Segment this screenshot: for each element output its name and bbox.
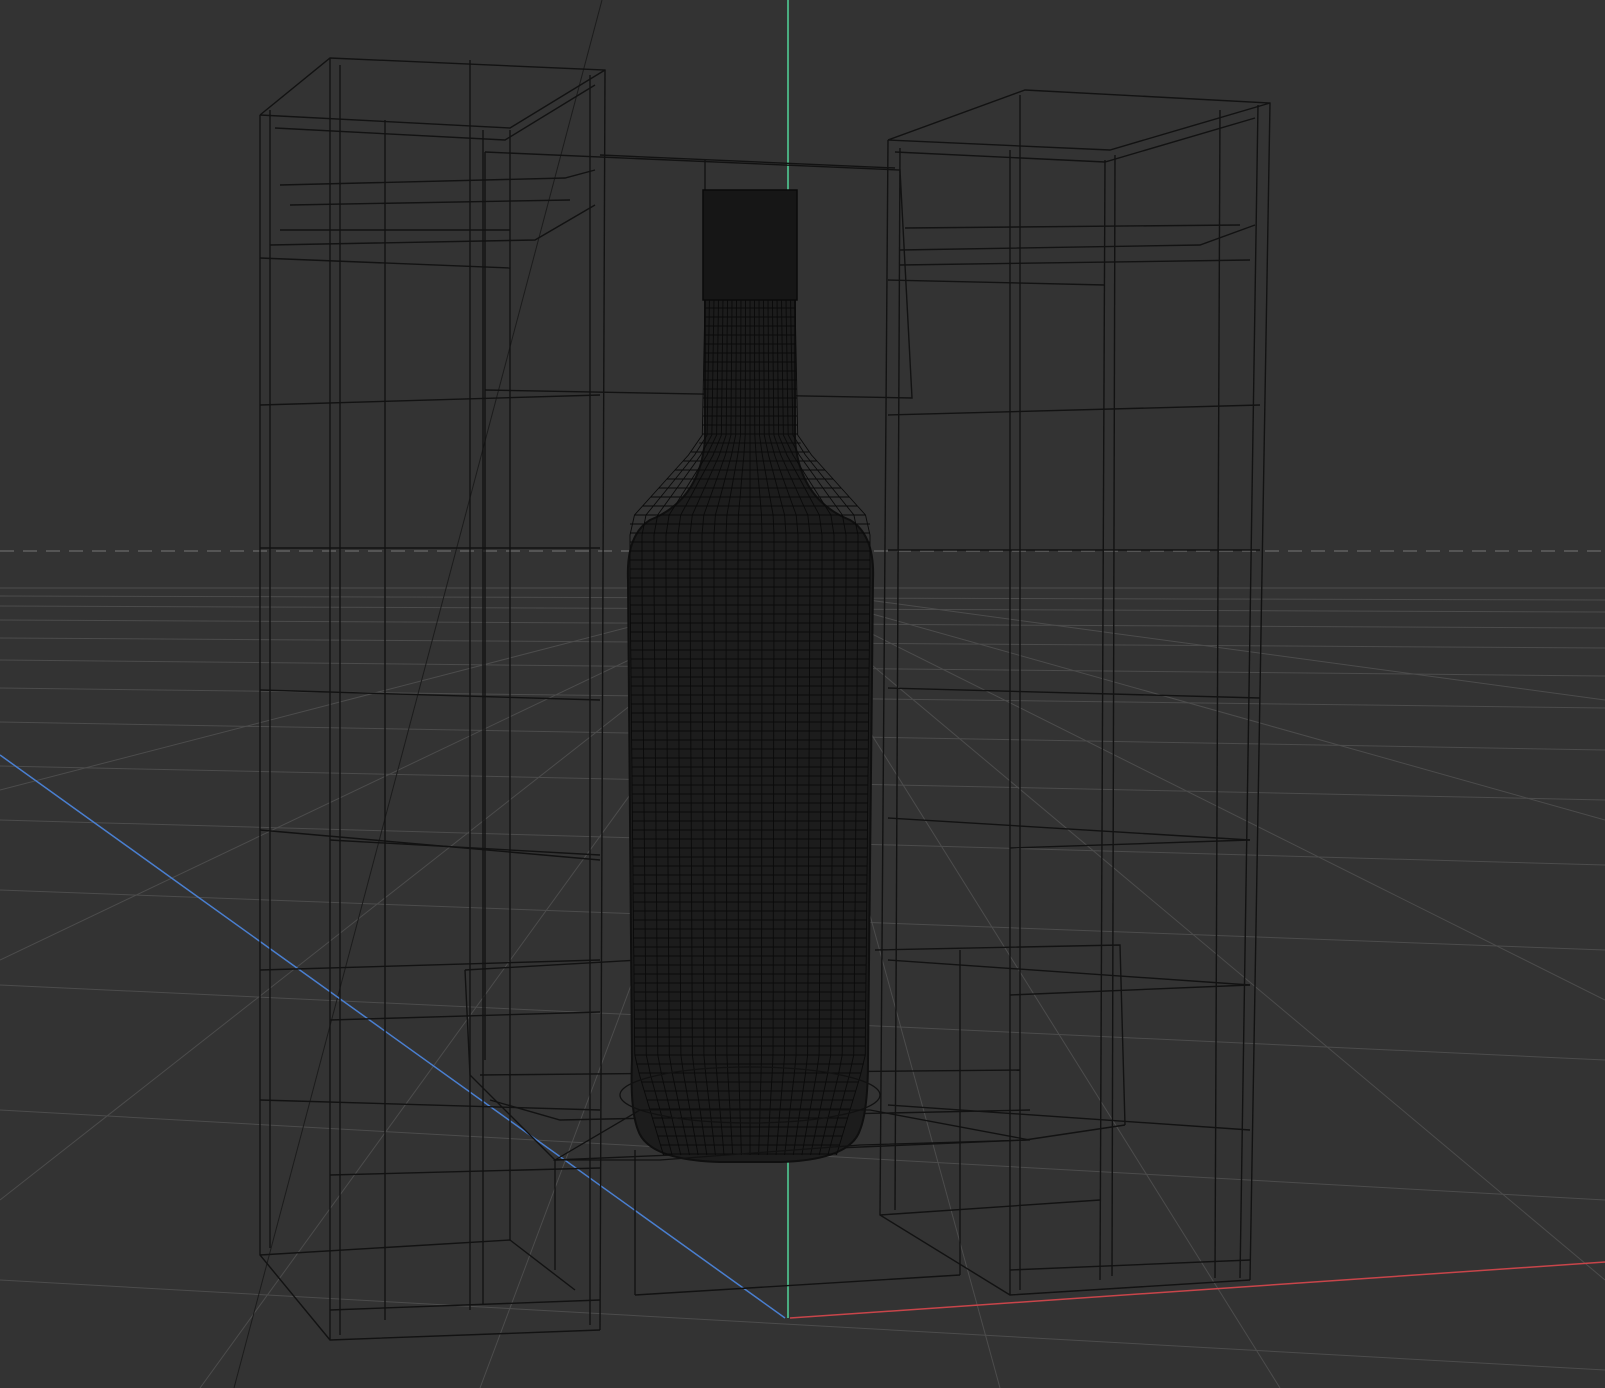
- 3d-viewport[interactable]: [0, 0, 1605, 1388]
